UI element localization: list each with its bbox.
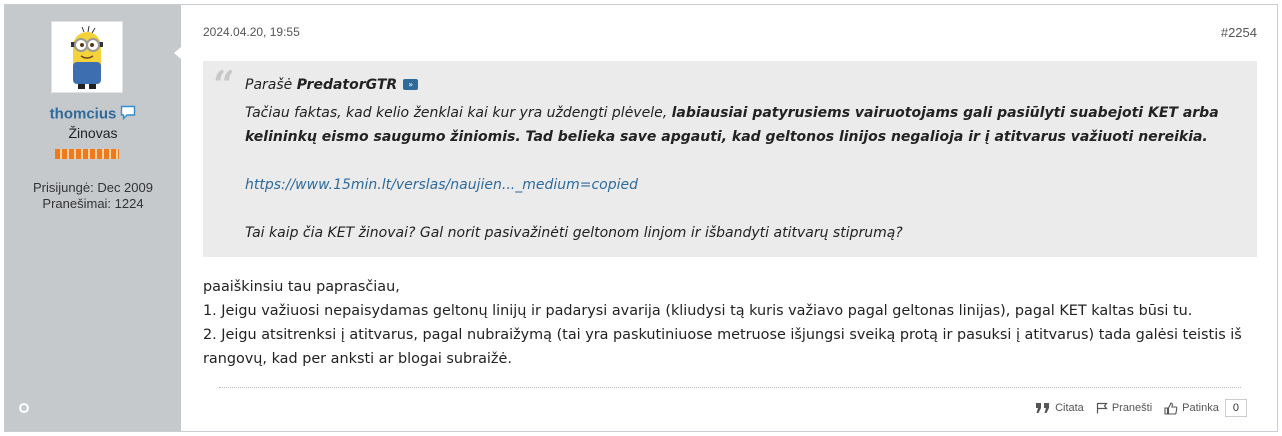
author-rank: Žinovas — [68, 125, 118, 141]
quote-prefix: Parašė — [245, 77, 293, 93]
post-body-line: 1. Jeigu važiuosi nepaisydamas geltonų l… — [203, 303, 1193, 319]
author-username[interactable]: thomcius — [5, 105, 181, 124]
quote-question: Tai kaip čia KET žinovai? Gal norit pasi… — [245, 225, 903, 241]
quote-block: “ Parašė PredatorGTR » Tačiau faktas, kad… — [203, 61, 1257, 257]
like-button[interactable]: Patinka — [1164, 401, 1219, 415]
post-content: 2024.04.20, 19:55 #2254 “ Parašė Predato… — [181, 5, 1277, 431]
quote-author: PredatorGTR — [296, 77, 398, 93]
author-post-count: Pranešimai: 1224 — [42, 196, 144, 211]
chat-bubble-icon[interactable] — [120, 105, 136, 124]
quote-text: Tačiau faktas, kad kelio ženklai kai kur… — [245, 101, 1237, 149]
quote-header: Parašė PredatorGTR » — [245, 75, 1237, 95]
offline-status-icon — [19, 403, 29, 413]
post-body: paaiškinsiu tau paprasčiau, 1. Jeigu važ… — [203, 275, 1263, 371]
reputation-bar — [55, 149, 119, 159]
quote-mark-icon: “ — [213, 62, 235, 107]
quote-button[interactable]: Citata — [1035, 402, 1084, 414]
quote-icon — [1036, 403, 1050, 413]
minion-avatar-icon — [52, 22, 122, 92]
author-stats: Prisijungė: Dec 2009 Pranešimai: 1224 — [5, 180, 181, 212]
report-button[interactable]: Pranešti — [1096, 402, 1152, 414]
author-username-text[interactable]: thomcius — [50, 105, 117, 122]
post-body-line: paaiškinsiu tau paprasčiau, — [203, 279, 400, 295]
author-sidebar: thomcius Žinovas Prisijungė: Dec 2009 Pr… — [5, 5, 181, 431]
post-actions: Citata Pranešti Patinka 0 — [1023, 399, 1247, 417]
post-footer-divider — [219, 387, 1241, 388]
post-date: 2024.04.20, 19:55 — [203, 25, 300, 39]
author-joined: Prisijungė: Dec 2009 — [33, 180, 153, 195]
quote-link[interactable]: https://www.15min.lt/verslas/naujien..._… — [245, 177, 638, 193]
forum-post: thomcius Žinovas Prisijungė: Dec 2009 Pr… — [4, 4, 1278, 432]
post-body-line: 2. Jeigu atsitrenksi į atitvarus, pagal … — [203, 327, 1242, 367]
flag-icon — [1096, 402, 1108, 414]
avatar[interactable] — [51, 21, 123, 93]
like-count-badge: 0 — [1224, 399, 1247, 417]
quote-text-plain: Tačiau faktas, kad kelio ženklai kai kur… — [245, 105, 672, 121]
jump-to-post-icon[interactable]: » — [403, 78, 419, 90]
quote-button-label[interactable]: Citata — [1055, 402, 1084, 414]
report-button-label[interactable]: Pranešti — [1112, 402, 1152, 414]
like-button-label[interactable]: Patinka — [1182, 402, 1219, 414]
sidebar-pointer — [174, 47, 181, 59]
post-permalink[interactable]: #2254 — [1221, 25, 1257, 40]
thumbs-up-icon — [1164, 401, 1178, 415]
